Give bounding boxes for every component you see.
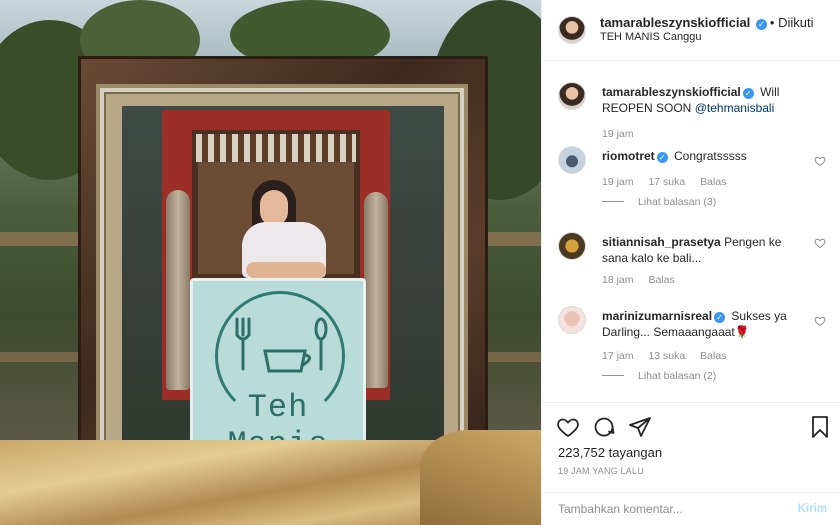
send-comment-button[interactable]: Kirim bbox=[798, 503, 827, 515]
following-button[interactable]: Diikuti bbox=[778, 15, 813, 30]
like-comment-heart-icon[interactable] bbox=[814, 237, 826, 249]
verified-badge-icon: ✓ bbox=[755, 19, 767, 30]
post-actions: 223,752 tayangan 19 JAM YANG LALU bbox=[542, 402, 840, 492]
comments-list[interactable]: tamarableszynskiofficial ✓ Will REOPEN SO… bbox=[542, 62, 840, 402]
like-comment-heart-icon[interactable] bbox=[814, 315, 826, 327]
comment-likes[interactable]: 13 suka bbox=[648, 350, 685, 362]
comment-avatar[interactable] bbox=[558, 306, 586, 334]
header-user-line: tamarableszynskiofficial ✓ • Diikuti bbox=[600, 15, 814, 30]
verified-badge-icon: ✓ bbox=[714, 312, 726, 323]
post-header: tamarableszynskiofficial ✓ • Diikuti TEH … bbox=[542, 0, 840, 61]
comment-likes[interactable]: 17 suka bbox=[648, 176, 685, 188]
header-username[interactable]: tamarableszynskiofficial bbox=[600, 15, 750, 30]
comment-meta: 17 jam 13 suka Balas bbox=[602, 350, 738, 362]
teh-manis-sign: Teh Manis bbox=[190, 278, 366, 464]
view-replies-label: Lihat balasan (3) bbox=[638, 196, 717, 208]
comment-time[interactable]: 19 jam bbox=[602, 176, 634, 188]
post-timestamp[interactable]: 19 JAM YANG LALU bbox=[558, 466, 644, 476]
reply-button[interactable]: Balas bbox=[648, 274, 674, 286]
replies-dash bbox=[602, 201, 624, 202]
caption-username[interactable]: tamarableszynskiofficial bbox=[602, 85, 741, 99]
view-replies-button[interactable]: Lihat balasan (2) bbox=[602, 370, 716, 382]
avatar[interactable] bbox=[558, 16, 586, 44]
add-comment-bar: Kirim bbox=[542, 492, 840, 525]
header-separator: • bbox=[769, 15, 775, 30]
doorway-ornament bbox=[196, 134, 356, 162]
view-replies-label: Lihat balasan (2) bbox=[638, 370, 717, 382]
like-heart-icon[interactable] bbox=[556, 415, 580, 439]
caption-mention-link[interactable]: @tehmanisbali bbox=[695, 101, 775, 115]
comment-meta: 18 jam Balas bbox=[602, 274, 687, 286]
share-icon[interactable] bbox=[628, 415, 652, 439]
comment-username[interactable]: marinizumarnisreal bbox=[602, 309, 712, 323]
comment-avatar[interactable] bbox=[558, 146, 586, 174]
comment-text: sitiannisah_prasetya Pengen ke sana kalo… bbox=[602, 234, 802, 266]
statue-left bbox=[166, 190, 190, 390]
comment-time[interactable]: 18 jam bbox=[602, 274, 634, 286]
caption-avatar[interactable] bbox=[558, 82, 586, 110]
post-side-panel: tamarableszynskiofficial ✓ • Diikuti TEH … bbox=[541, 0, 840, 525]
comment-text: marinizumarnisreal ✓ Sukses ya Darling...… bbox=[602, 308, 802, 340]
comment-avatar[interactable] bbox=[558, 232, 586, 260]
statue-right bbox=[364, 192, 388, 388]
person-arms bbox=[246, 262, 326, 278]
verified-badge-icon: ✓ bbox=[742, 88, 754, 99]
post-video[interactable]: Teh Manis bbox=[0, 0, 541, 525]
like-comment-heart-icon[interactable] bbox=[814, 155, 826, 167]
comment-time[interactable]: 17 jam bbox=[602, 350, 634, 362]
replies-dash bbox=[602, 375, 624, 376]
reply-button[interactable]: Balas bbox=[700, 350, 726, 362]
caption-time[interactable]: 19 jam bbox=[602, 128, 634, 140]
comment-input[interactable] bbox=[558, 502, 778, 516]
location-link[interactable]: TEH MANIS Canggu bbox=[600, 31, 701, 43]
verified-badge-icon: ✓ bbox=[656, 152, 668, 163]
cutlery-cup-icon bbox=[235, 317, 328, 373]
reply-button[interactable]: Balas bbox=[700, 176, 726, 188]
gold-cloth-fold bbox=[420, 430, 541, 525]
comment-username[interactable]: sitiannisah_prasetya bbox=[602, 235, 721, 249]
caption-meta: 19 jam bbox=[602, 128, 646, 140]
comment-meta: 19 jam 17 suka Balas bbox=[602, 176, 738, 188]
views-count[interactable]: 223,752 tayangan bbox=[558, 445, 662, 460]
comment-username[interactable]: riomotret bbox=[602, 149, 655, 163]
person-face bbox=[260, 190, 288, 226]
view-replies-button[interactable]: Lihat balasan (3) bbox=[602, 196, 716, 208]
caption-text: tamarableszynskiofficial ✓ Will REOPEN SO… bbox=[602, 84, 802, 116]
bookmark-icon[interactable] bbox=[808, 415, 832, 439]
comment-icon[interactable] bbox=[592, 415, 616, 439]
comment-text: riomotret ✓ Congratsssss bbox=[602, 148, 802, 164]
comment-body: Congratsssss bbox=[674, 149, 747, 163]
